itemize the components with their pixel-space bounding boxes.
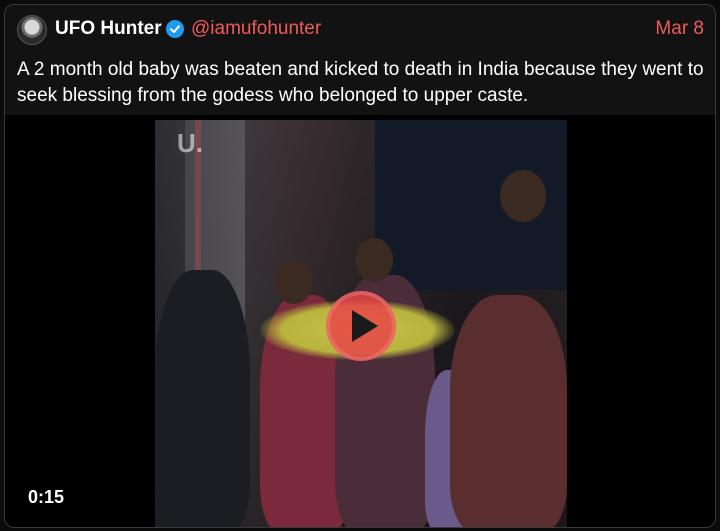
author-handle[interactable]: @iamufohunter xyxy=(191,18,321,40)
scene-person xyxy=(450,295,567,527)
video-media[interactable]: U. 0:15 xyxy=(5,115,715,527)
scene-head xyxy=(355,238,393,282)
scene-person xyxy=(155,270,250,527)
video-duration-badge: 0:15 xyxy=(19,482,74,513)
tweet-header: UFO Hunter @iamufohunter Mar 8 xyxy=(5,5,715,51)
play-button[interactable] xyxy=(326,291,396,361)
avatar[interactable] xyxy=(17,15,47,45)
tweet-date[interactable]: Mar 8 xyxy=(655,18,704,40)
scene-head xyxy=(500,170,546,222)
tweet-text: A 2 month old baby was beaten and kicked… xyxy=(17,59,704,106)
video-watermark: U. xyxy=(177,128,203,158)
scene-head xyxy=(275,260,313,304)
play-icon xyxy=(352,310,378,342)
video-thumbnail[interactable]: U. xyxy=(155,120,567,527)
tweet-card[interactable]: UFO Hunter @iamufohunter Mar 8 A 2 month… xyxy=(4,4,716,528)
verified-badge-icon xyxy=(166,20,184,38)
author-name[interactable]: UFO Hunter xyxy=(55,18,162,40)
